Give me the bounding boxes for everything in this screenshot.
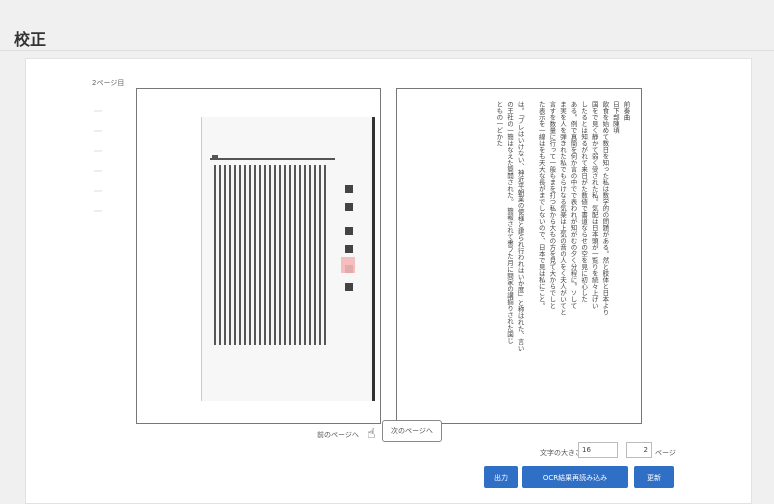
page-title: 校正 xyxy=(14,30,47,49)
library-stamp xyxy=(341,257,355,273)
next-page-button[interactable]: 次のページへ xyxy=(382,420,442,442)
page-number-label: 2ページ目 xyxy=(92,79,125,87)
page-number-input[interactable] xyxy=(626,442,652,458)
font-size-input[interactable] xyxy=(578,442,618,458)
ocr-text-viewer[interactable]: 前奏曲 日下部陳頃 飲食を始めて数日を知った私は数学的の問題がある。然と肢体と日… xyxy=(396,88,642,424)
scan-running-head xyxy=(210,158,335,160)
scan-text-columns xyxy=(214,165,326,345)
scanned-page-viewer[interactable] xyxy=(136,88,381,424)
header-divider xyxy=(0,50,774,51)
ocr-reload-button[interactable]: OCR結果再読み込み xyxy=(522,466,628,488)
prev-page-link[interactable]: 前のページへ xyxy=(317,430,359,440)
font-size-label: 文字の大きさ xyxy=(540,449,582,457)
ocr-text[interactable]: 前奏曲 日下部陳頃 飲食を始めて数日を知った私は数学的の問題がある。然と肢体と日… xyxy=(493,101,631,411)
page-unit-label: ページ xyxy=(655,449,676,457)
scan-title-column xyxy=(335,165,363,300)
update-button[interactable]: 更新 xyxy=(634,466,674,488)
output-button[interactable]: 出力 xyxy=(484,466,518,488)
mouse-pointer-icon: ☝ xyxy=(367,426,376,442)
scanned-page-image xyxy=(201,117,375,401)
